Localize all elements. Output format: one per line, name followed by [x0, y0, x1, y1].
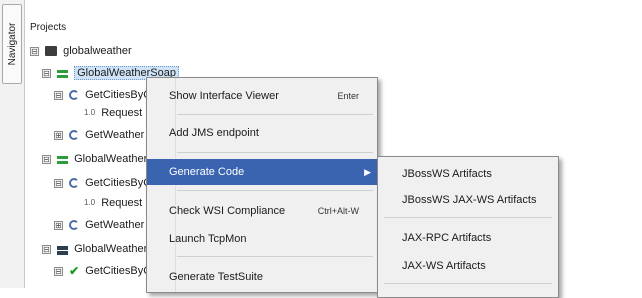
collapse-icon[interactable]: ⊟ [54, 90, 63, 100]
tree-node-label: GetWeather [85, 129, 145, 141]
collapse-icon[interactable]: ⊟ [54, 266, 63, 276]
menu-item-show-interface-viewer[interactable]: Show Interface Viewer Enter [147, 83, 377, 109]
submenu-item-label: JAX-WS Artifacts [402, 260, 486, 272]
submenu-item-jaxrpc-artifacts[interactable]: JAX-RPC Artifacts [378, 225, 558, 251]
menu-item-accelerator: Ctrl+Alt-W [317, 206, 359, 216]
submenu-item-jaxws-artifacts[interactable]: JAX-WS Artifacts [378, 253, 558, 279]
menu-item-label: Show Interface Viewer [169, 90, 279, 102]
operation-icon [69, 178, 80, 189]
check-icon: ✔ [69, 264, 80, 279]
navigator-tab-label: Navigator [7, 22, 18, 66]
request-icon: 1.0 [84, 198, 96, 208]
collapse-icon[interactable]: ⊟ [54, 178, 63, 188]
collapse-icon[interactable]: ⊟ [42, 244, 51, 254]
submenu-item-label: JBossWS JAX-WS Artifacts [402, 194, 537, 206]
interface-icon [57, 68, 69, 79]
menu-item-generate-testsuite[interactable]: Generate TestSuite [147, 264, 377, 290]
menu-separator [177, 190, 373, 191]
collapse-icon[interactable]: ⊟ [30, 46, 39, 56]
operation-icon [69, 220, 80, 231]
tree-node-operation[interactable]: ⊞ GetWeather [54, 126, 144, 144]
menu-item-accelerator: Enter [337, 91, 359, 101]
context-menu: Show Interface Viewer Enter Add JMS endp… [146, 77, 378, 293]
collapse-icon[interactable]: ⊟ [42, 68, 51, 78]
generate-code-submenu: JBossWS Artifacts JBossWS JAX-WS Artifac… [377, 156, 559, 298]
menu-item-generate-code[interactable]: Generate Code ▶ [147, 159, 377, 185]
menu-item-label: Generate Code [169, 166, 245, 178]
submenu-item-jbossws-artifacts[interactable]: JBossWS Artifacts [378, 161, 558, 187]
tree-node-label: globalweather [63, 45, 132, 57]
submenu-item-jbossws-jaxws-artifacts[interactable]: JBossWS JAX-WS Artifacts [378, 187, 558, 213]
tree-node-request[interactable]: 1.0 Request 1 [84, 104, 151, 122]
menu-item-launch-tcpmon[interactable]: Launch TcpMon [147, 226, 377, 252]
submenu-arrow-icon: ▶ [364, 167, 371, 177]
expand-icon[interactable]: ⊞ [54, 130, 63, 140]
submenu-separator [384, 217, 552, 218]
menu-item-label: Add JMS endpoint [169, 127, 259, 139]
menu-item-add-jms-endpoint[interactable]: Add JMS endpoint [147, 120, 377, 146]
tree-root-label: Projects [30, 22, 67, 33]
tree-node-request[interactable]: 1.0 Request 1 [84, 194, 151, 212]
menu-icon-gutter [147, 78, 176, 292]
request-icon: 1.0 [84, 108, 96, 118]
interface-icon [57, 244, 69, 255]
project-folder-icon [45, 46, 58, 57]
expand-icon[interactable]: ⊞ [54, 220, 63, 230]
menu-separator [177, 152, 373, 153]
submenu-item-label: JAX-RPC Artifacts [402, 232, 492, 244]
tree-node-label: Request 1 [101, 107, 152, 119]
tree-node-label: GetWeather [85, 219, 145, 231]
menu-item-label: Generate TestSuite [169, 271, 263, 283]
tree-node-operation[interactable]: ⊞ GetWeather [54, 216, 144, 234]
navigator-tab[interactable]: Navigator [2, 4, 22, 84]
tree-node-project[interactable]: ⊟ globalweather [30, 42, 132, 60]
menu-item-label: Launch TcpMon [169, 233, 247, 245]
menu-item-check-wsi-compliance[interactable]: Check WSI Compliance Ctrl+Alt-W [147, 198, 377, 224]
interface-icon [57, 154, 69, 165]
menu-item-label: Check WSI Compliance [169, 205, 286, 217]
tree-node-label: Request 1 [101, 197, 152, 209]
collapse-icon[interactable]: ⊟ [42, 154, 51, 164]
operation-icon [69, 130, 80, 141]
operation-icon [69, 90, 80, 101]
menu-separator [177, 114, 373, 115]
menu-separator [177, 256, 373, 257]
navigator-strip: Navigator [0, 0, 25, 288]
submenu-separator [384, 283, 552, 284]
submenu-item-label: JBossWS Artifacts [402, 168, 492, 180]
